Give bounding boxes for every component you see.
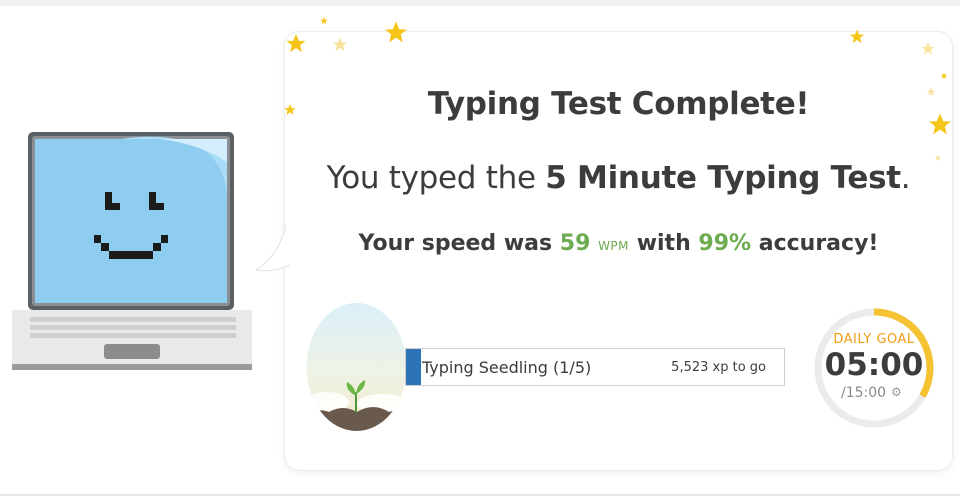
page-title: Typing Test Complete! — [427, 86, 810, 122]
star-icon — [320, 17, 328, 25]
test-name: 5 Minute Typing Test — [545, 160, 901, 196]
level-progress-fill — [406, 349, 422, 385]
laptop-smiley-icon — [10, 130, 255, 375]
speed-prefix: Your speed was — [358, 231, 560, 256]
gear-icon[interactable]: ⚙ — [891, 385, 902, 399]
top-band — [0, 0, 960, 6]
summary-prefix: You typed the — [326, 160, 546, 196]
xp-to-go: 5,523 xp to go — [671, 360, 766, 375]
seedling-icon — [305, 302, 408, 432]
speed-suffix: accuracy! — [751, 231, 879, 256]
bottom-divider — [0, 494, 960, 496]
daily-goal-widget: DAILY GOAL 05:00 /15:00 ⚙ — [811, 290, 937, 446]
level-progress-bar: Typing Seedling (1/5) 5,523 xp to go — [405, 348, 785, 386]
accuracy-value: 99% — [698, 231, 752, 256]
wpm-unit: WPM — [598, 239, 630, 253]
speed-middle: with — [629, 231, 699, 256]
daily-goal-target: /15:00 — [841, 385, 887, 401]
daily-goal-time: 05:00 — [824, 347, 924, 383]
level-name: Typing Seedling (1/5) — [422, 358, 592, 377]
speed-summary: Your speed was 59 WPM with 99% accuracy! — [285, 231, 952, 256]
daily-goal-label: DAILY GOAL — [833, 332, 915, 347]
wpm-value: 59 — [559, 231, 591, 256]
test-summary: You typed the 5 Minute Typing Test. — [285, 160, 952, 196]
summary-suffix: . — [900, 160, 911, 196]
